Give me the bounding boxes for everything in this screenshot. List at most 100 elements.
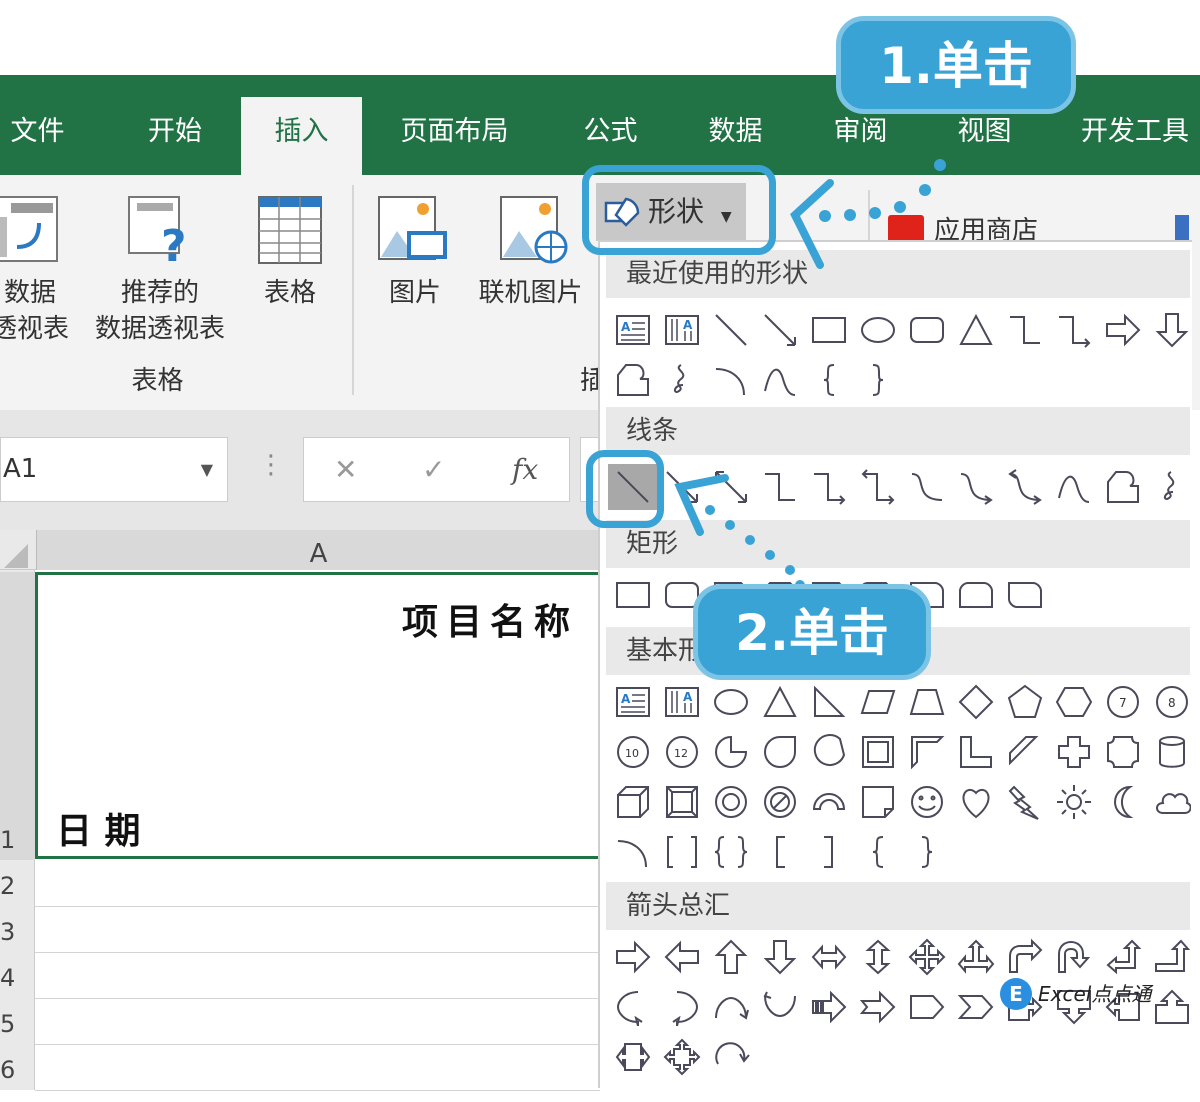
shape-scribble[interactable] [1147,464,1196,510]
shape-rbracket[interactable] [804,829,853,875]
shape-textbox[interactable]: A [608,679,657,725]
shape-elbow[interactable] [755,464,804,510]
tab-2[interactable]: 插入 [241,97,362,175]
shape-cube[interactable] [608,779,657,825]
shape-ucallout[interactable] [1147,984,1196,1030]
recommended-pivot-button[interactable]: ? 推荐的 数据透视表 [80,195,240,347]
picture-button[interactable]: 图片 [375,195,455,311]
row-header[interactable]: 1 [0,572,35,860]
shape-homeplate[interactable] [902,984,951,1030]
shape-triangle[interactable] [755,679,804,725]
tab-8[interactable]: 开发工具 [1070,97,1200,175]
shape-quadcallout[interactable] [657,1034,706,1080]
row-header[interactable]: 6 [0,1044,35,1090]
shape-leftuparrow[interactable] [1098,934,1147,980]
insert-function-icon[interactable]: fx [512,438,538,501]
shape-teardrop[interactable] [755,729,804,775]
shape-moon[interactable] [1098,779,1147,825]
shape-curvearrow[interactable] [951,464,1000,510]
store-button[interactable]: 应用商店 [888,211,1038,241]
shape-blockarc[interactable] [804,779,853,825]
shape-arrowline[interactable] [755,307,804,353]
shape-round2[interactable] [951,572,1000,618]
shape-lbrace[interactable] [853,829,902,875]
shape-folded[interactable] [853,779,902,825]
shape-circulararrow[interactable] [706,1034,755,1080]
shape-oval[interactable] [706,679,755,725]
shape-chord[interactable] [804,729,853,775]
shape-elbowarrow[interactable] [1049,307,1098,353]
shape-rbrace[interactable] [853,357,902,403]
tab-5[interactable]: 数据 [693,97,778,175]
row-header[interactable]: 4 [0,952,35,998]
shape-chevron[interactable] [951,984,1000,1030]
shape-lbrace[interactable] [804,357,853,403]
tab-3[interactable]: 页面布局 [382,97,527,175]
pivot-table-button[interactable]: 数据 透视表 [0,195,70,347]
shape-trapezoid[interactable] [902,679,951,725]
shape-parallelogram[interactable] [853,679,902,725]
tab-0[interactable]: 文件 [0,97,75,175]
shape-downarrow[interactable] [1147,307,1196,353]
shape-lruparrow[interactable] [951,934,1000,980]
shape-vtextbox[interactable]: A [657,307,706,353]
shape-curve[interactable] [1049,464,1098,510]
shape-arc[interactable] [608,829,657,875]
shape-uparrow[interactable] [706,934,755,980]
row-header[interactable]: 5 [0,998,35,1044]
shape-rbrace[interactable] [902,829,951,875]
table-button[interactable]: 表格 [250,195,330,311]
shape-quadarrow[interactable] [902,934,951,980]
shape-curveddown[interactable] [755,984,804,1030]
shape-oval[interactable] [853,307,902,353]
shape-curveconn[interactable] [902,464,951,510]
shape-striped[interactable] [804,984,853,1030]
shape-freeform[interactable] [608,357,657,403]
column-header-a[interactable]: A [36,530,600,570]
online-picture-button[interactable]: 联机图片 [468,195,593,311]
shape-line[interactable] [706,307,755,353]
row-header[interactable]: 2 [0,860,35,906]
shape-elbow[interactable] [1000,307,1049,353]
cancel-icon[interactable]: ✕ [334,438,357,501]
enter-icon[interactable]: ✓ [422,438,445,501]
shape-downarrow[interactable] [755,934,804,980]
shape-can[interactable] [1147,729,1196,775]
shape-notched[interactable] [853,984,902,1030]
shape-curvedright[interactable] [608,984,657,1030]
shape-halfframe[interactable] [902,729,951,775]
select-all-corner[interactable] [4,544,28,568]
shape-heptagon[interactable]: 7 [1098,679,1147,725]
shape-elbowarrow[interactable] [804,464,853,510]
shape-triangle[interactable] [951,307,1000,353]
shape-rightarrow[interactable] [608,934,657,980]
shape-donut[interactable] [706,779,755,825]
shape-rect[interactable] [804,307,853,353]
shape-bentarrow[interactable] [1000,934,1049,980]
shape-bracketpair[interactable] [657,829,706,875]
shape-cross[interactable] [1049,729,1098,775]
shape-bevel[interactable] [657,779,706,825]
shape-roundrect[interactable] [902,307,951,353]
shape-vtextbox[interactable]: A [657,679,706,725]
shape-lbracket[interactable] [755,829,804,875]
shape-textbox[interactable]: A [608,307,657,353]
shape-nosymbol[interactable] [755,779,804,825]
shape-arc[interactable] [706,357,755,403]
shape-diamond[interactable] [951,679,1000,725]
shape-decagon[interactable]: 10 [608,729,657,775]
shape-frame[interactable] [853,729,902,775]
shape-hexagon[interactable] [1049,679,1098,725]
shape-rtriangle[interactable] [804,679,853,725]
shape-dodecagon[interactable]: 12 [657,729,706,775]
shape-curvedleft[interactable] [657,984,706,1030]
row-header[interactable]: 3 [0,906,35,952]
shape-rect[interactable] [608,572,657,618]
name-box-dropdown-icon[interactable]: ▼ [201,438,213,501]
shape-arrowline[interactable] [657,464,706,510]
shape-cloud[interactable] [1147,779,1196,825]
shape-dblarrowline[interactable] [706,464,755,510]
shape-round3[interactable] [1000,572,1049,618]
shape-lrarrow[interactable] [804,934,853,980]
shape-lightning[interactable] [1000,779,1049,825]
